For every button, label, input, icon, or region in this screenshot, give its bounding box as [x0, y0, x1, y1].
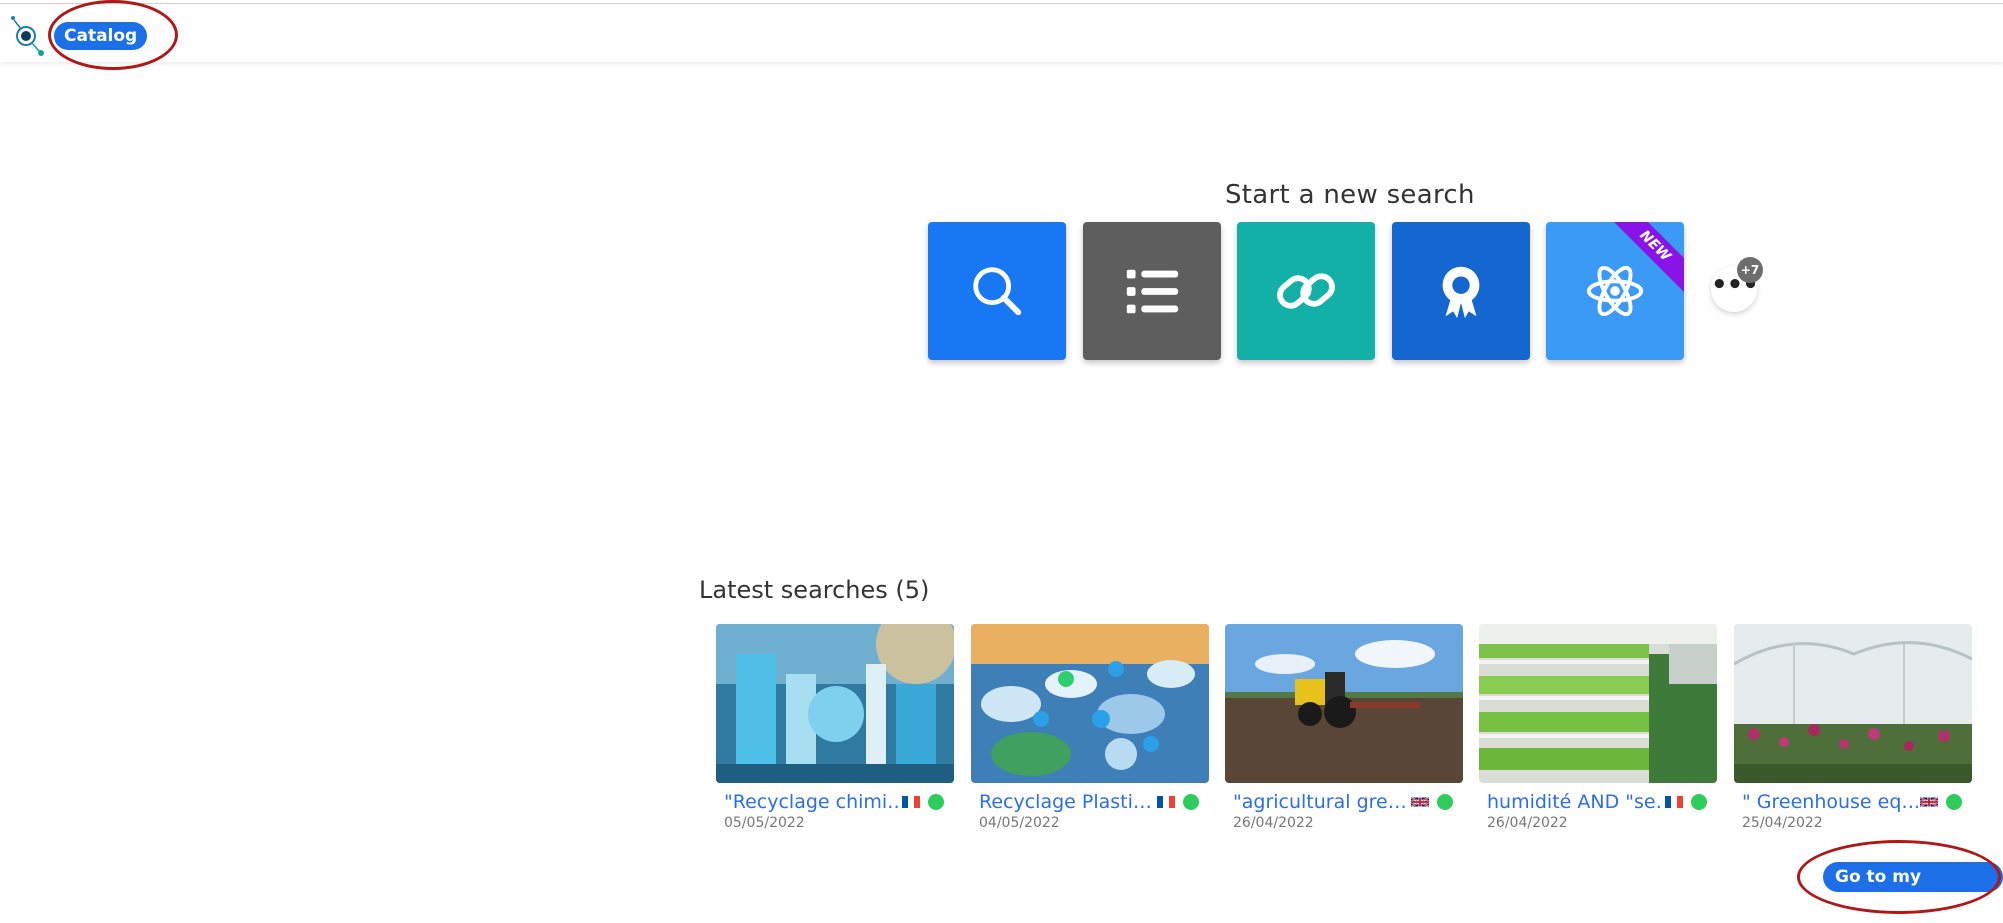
- new-search-title: Start a new search: [1225, 180, 1475, 210]
- go-to-catalog-button[interactable]: Go to my catalog: [1823, 862, 2003, 917]
- search-card-date: 26/04/2022: [1233, 815, 1314, 831]
- science-search-tile[interactable]: NEW: [1546, 222, 1684, 360]
- status-dot-icon: [1183, 794, 1199, 810]
- search-card-date: 26/04/2022: [1487, 815, 1568, 831]
- search-card[interactable]: " Greenhouse eq… 25/04/2022: [1734, 624, 1972, 831]
- status-dot-icon: [928, 794, 944, 810]
- flag-fr-icon: [1665, 796, 1683, 808]
- top-bar: Catalog: [0, 4, 2003, 62]
- flag-gb-icon: [1411, 796, 1429, 808]
- search-card-title[interactable]: humidité AND "se…: [1487, 791, 1663, 813]
- search-card-title[interactable]: " Greenhouse eq…: [1742, 791, 1918, 813]
- search-icon: [973, 267, 1022, 316]
- search-card-thumbnail[interactable]: [716, 624, 954, 783]
- list-search-tile[interactable]: [1083, 222, 1221, 360]
- search-card-title[interactable]: "Recyclage chimi…: [724, 791, 900, 813]
- search-card-thumbnail[interactable]: [1225, 624, 1463, 783]
- search-card-thumbnail[interactable]: [1479, 624, 1717, 783]
- status-dot-icon: [1691, 794, 1707, 810]
- status-dot-icon: [1437, 794, 1453, 810]
- latest-searches-title: Latest searches (5): [699, 576, 930, 604]
- search-card[interactable]: Recyclage Plasti… 04/05/2022: [971, 624, 1209, 831]
- search-card-title[interactable]: "agricultural gre…: [1233, 791, 1409, 813]
- atom-icon: [1586, 265, 1644, 317]
- more-count-badge: +7: [1737, 257, 1763, 283]
- keyword-search-tile[interactable]: [928, 222, 1066, 360]
- search-card[interactable]: "agricultural gre… 26/04/2022: [1225, 624, 1463, 831]
- catalog-button[interactable]: Catalog: [54, 22, 148, 50]
- search-card[interactable]: "Recyclage chimi… 05/05/2022: [716, 624, 954, 831]
- list-icon: [1126, 269, 1179, 314]
- flag-gb-icon: [1920, 796, 1938, 808]
- search-card-date: 04/05/2022: [979, 815, 1060, 831]
- link-icon: [1277, 273, 1335, 309]
- search-card-thumbnail[interactable]: [1734, 624, 1972, 783]
- search-card[interactable]: humidité AND "se… 26/04/2022: [1479, 624, 1717, 831]
- status-dot-icon: [1946, 794, 1962, 810]
- search-card-title[interactable]: Recyclage Plasti…: [979, 791, 1155, 813]
- search-card-thumbnail[interactable]: [971, 624, 1209, 783]
- link-search-tile[interactable]: [1237, 222, 1375, 360]
- award-icon: [1442, 266, 1480, 319]
- patent-search-tile[interactable]: [1392, 222, 1530, 360]
- flag-fr-icon: [1157, 796, 1175, 808]
- search-card-date: 25/04/2022: [1742, 815, 1823, 831]
- app-logo-icon[interactable]: [8, 12, 48, 56]
- search-card-date: 05/05/2022: [724, 815, 805, 831]
- flag-fr-icon: [902, 796, 920, 808]
